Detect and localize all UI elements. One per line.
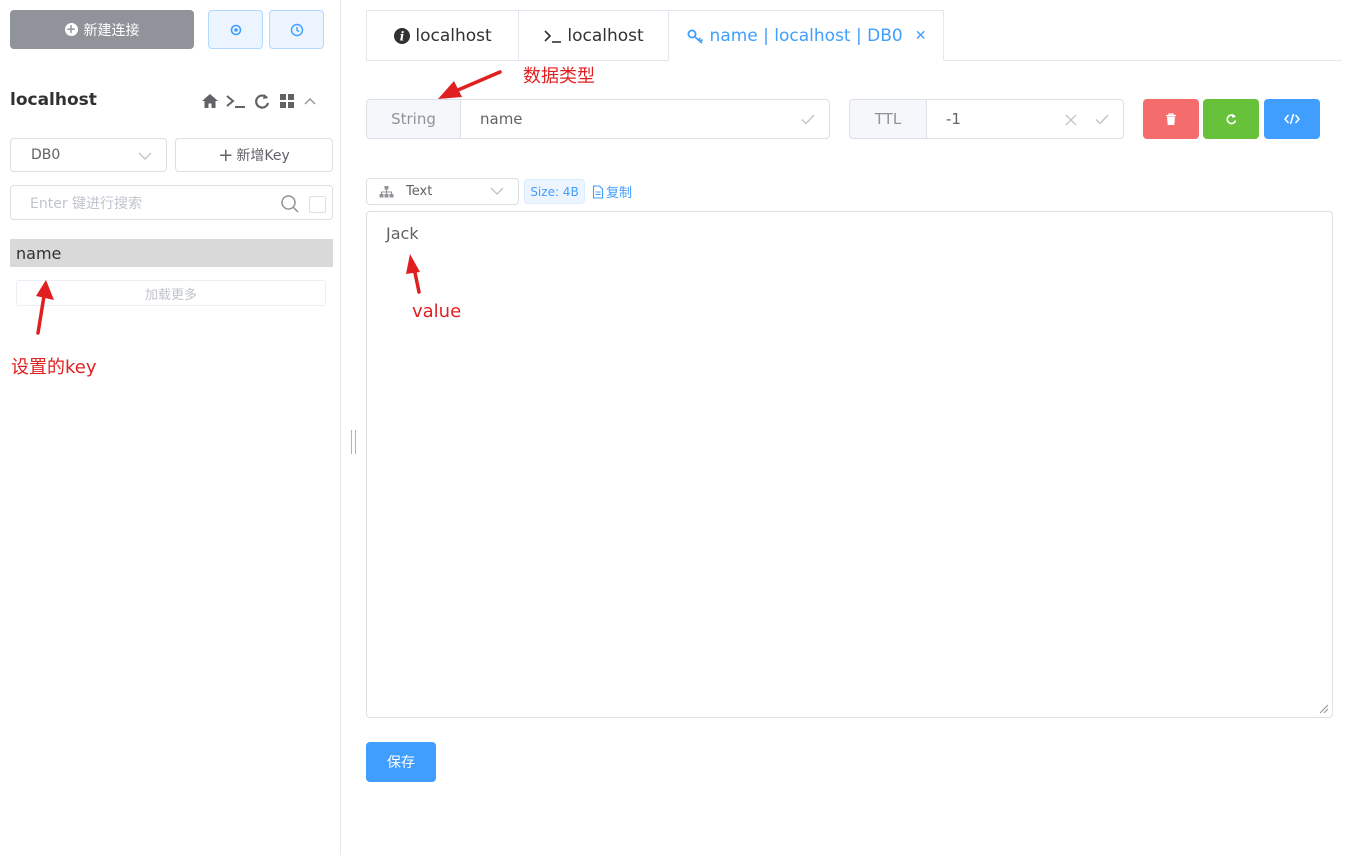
annotation-value: value [412, 301, 462, 322]
code-icon [1284, 113, 1300, 125]
delete-key-button[interactable] [1143, 99, 1199, 139]
close-icon[interactable]: ✕ [915, 28, 927, 44]
key-search-input[interactable]: Enter 键进行搜索 [10, 185, 333, 220]
db-select-value: DB0 [31, 147, 61, 163]
load-more-label: 加载更多 [144, 287, 197, 303]
plus-circle-icon: + [64, 22, 78, 36]
tab-label: localhost [567, 25, 644, 46]
close-icon[interactable] [1065, 114, 1077, 126]
refresh-icon[interactable] [252, 92, 272, 110]
connection-toolbar [200, 90, 318, 112]
resize-handle[interactable] [351, 430, 356, 454]
settings-button[interactable] [208, 10, 263, 49]
ttl-label: TTL [849, 99, 927, 139]
connection-title: localhost [10, 90, 97, 110]
check-icon[interactable] [1095, 114, 1109, 125]
annotation-data-type: 数据类型 [523, 66, 595, 87]
chevron-down-icon [138, 152, 152, 160]
exact-search-checkbox[interactable] [309, 196, 326, 213]
annotation-arrow-key [36, 280, 54, 335]
size-badge-text: Size: 4B [530, 184, 579, 199]
tab-label: name | localhost | DB0 [709, 25, 903, 46]
ttl-input[interactable]: -1 [926, 99, 1124, 139]
key-name-input[interactable]: name [460, 99, 830, 139]
copy-button[interactable]: 复制 [592, 182, 632, 201]
history-button[interactable] [269, 10, 324, 49]
tab-connection-info[interactable]: i localhost [366, 10, 519, 61]
key-list-item[interactable]: name [10, 239, 333, 267]
gear-icon [230, 24, 241, 35]
home-icon[interactable] [200, 92, 220, 110]
trash-icon [1166, 112, 1176, 125]
value-text: Jack [386, 224, 419, 243]
dump-command-button[interactable] [1264, 99, 1320, 139]
new-connection-label: 新建连接 [83, 22, 140, 39]
refresh-icon [1226, 114, 1237, 125]
format-select-value: Text [406, 184, 433, 199]
key-name-value: name [480, 110, 523, 128]
key-list-item-label: name [16, 243, 62, 263]
check-icon[interactable] [801, 114, 815, 125]
document-icon [592, 184, 604, 199]
value-textarea[interactable]: Jack [366, 211, 1333, 718]
grid-icon[interactable] [277, 92, 297, 110]
db-select[interactable]: DB0 [10, 138, 167, 172]
size-badge: Size: 4B [524, 179, 585, 204]
tab-console[interactable]: localhost [518, 10, 669, 61]
key-type-label: String [366, 99, 461, 139]
annotation-key: 设置的key [11, 357, 97, 378]
search-placeholder: Enter 键进行搜索 [30, 195, 143, 212]
sidebar: + 新建连接 localhost DB0 + 新增Key Enter 键进行搜索… [0, 0, 341, 855]
refresh-key-button[interactable] [1203, 99, 1259, 139]
info-icon: i [394, 27, 411, 44]
chevron-up-icon[interactable] [302, 92, 318, 110]
new-connection-button[interactable]: + 新建连接 [10, 10, 194, 49]
resize-grip-icon[interactable] [1319, 704, 1329, 714]
key-type-text: String [391, 110, 436, 128]
terminal-icon[interactable] [225, 92, 247, 110]
plus-icon: + [218, 144, 234, 166]
sitemap-icon [379, 185, 394, 197]
terminal-icon [544, 29, 562, 43]
copy-label: 复制 [606, 186, 633, 201]
key-icon [687, 29, 703, 44]
tab-key-detail[interactable]: name | localhost | DB0 ✕ [668, 10, 944, 61]
format-select[interactable]: Text [366, 178, 519, 205]
save-button[interactable]: 保存 [366, 742, 436, 782]
ttl-label-text: TTL [874, 110, 902, 128]
add-key-label: 新增Key [236, 148, 290, 164]
load-more-button[interactable]: 加载更多 [16, 280, 326, 306]
save-label: 保存 [387, 755, 415, 771]
chevron-down-icon [490, 187, 504, 195]
clock-icon [290, 23, 303, 36]
add-key-button[interactable]: + 新增Key [175, 138, 333, 172]
tab-label: localhost [415, 25, 492, 46]
svg-text:i: i [400, 29, 405, 43]
search-icon[interactable] [280, 194, 300, 214]
annotation-arrow-value [406, 254, 421, 294]
ttl-value: -1 [946, 110, 961, 128]
